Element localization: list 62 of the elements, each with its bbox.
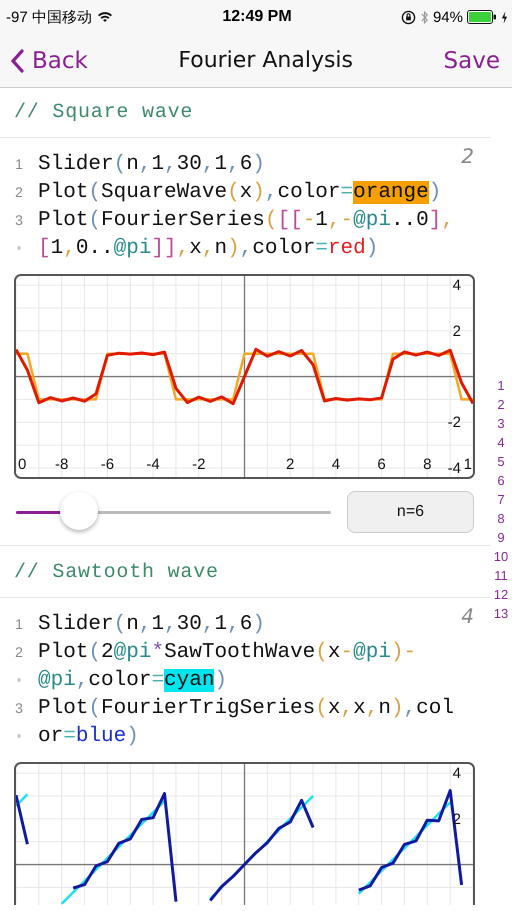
- code-line: or=blue): [38, 724, 139, 748]
- code-line: [1,0..@pi]],x,n),color=red): [38, 236, 378, 260]
- value-button[interactable]: n=6: [347, 491, 474, 533]
- line-number: 3: [14, 700, 24, 716]
- line-number: 12: [494, 586, 508, 604]
- tick-label: 4: [332, 456, 340, 473]
- tick-label: 2: [286, 456, 294, 473]
- line-number: 10: [494, 548, 508, 566]
- tick-label: 4: [452, 765, 461, 782]
- code-line: Slider(n,1,30,1,6): [38, 612, 265, 636]
- tick-label: -8: [55, 456, 68, 473]
- carrier-text: -97 中国移动: [6, 8, 92, 26]
- bluetooth-icon: [420, 10, 429, 24]
- tick-label: -4: [448, 460, 461, 477]
- battery-percent: 94%: [432, 8, 463, 26]
- tick-label: -2: [192, 456, 206, 473]
- save-button[interactable]: Save: [444, 48, 500, 74]
- tick-label: -6: [100, 456, 114, 473]
- line-number: 2: [14, 184, 24, 200]
- line-number: 1: [14, 156, 24, 172]
- tick-label: -4: [146, 456, 160, 473]
- code-line: Plot(FourierSeries([[-1,-@pi..0],: [38, 208, 454, 232]
- plot-panel[interactable]: 0 -8 -6 -4 -2 2 4 6 8 4 2 -2 -4 1: [14, 274, 475, 479]
- line-number: 1: [14, 616, 24, 632]
- line-number: 9: [497, 529, 505, 547]
- tick-label: 0: [18, 456, 26, 473]
- result-count: 4: [461, 604, 474, 628]
- code-comment: // Square wave: [14, 101, 194, 124]
- code-comment: // Sawtooth wave: [14, 561, 219, 584]
- result-count: 2: [461, 144, 474, 168]
- back-button[interactable]: Back: [10, 48, 88, 74]
- slider-thumb[interactable]: [60, 492, 98, 530]
- tick-label: 6: [377, 456, 386, 473]
- tick-label: 1: [464, 456, 472, 473]
- code-line: Plot(FourierTrigSeries(x,x,n),col: [38, 696, 454, 720]
- code-line: Plot(2@pi*SawToothWave(x-@pi)-: [38, 640, 416, 664]
- charging-bolt-icon: [501, 10, 508, 24]
- battery-icon: [467, 10, 497, 24]
- code-line: @pi,color=cyan): [38, 668, 228, 692]
- tick-label: 8: [423, 456, 432, 473]
- line-number: 11: [494, 567, 508, 585]
- line-number: 13: [494, 605, 508, 623]
- back-chevron-icon: [10, 48, 24, 72]
- tick-label: 4: [452, 277, 461, 294]
- line-number: 6: [497, 472, 505, 490]
- clock-time: 12:49 PM: [222, 8, 292, 26]
- line-number: 2: [497, 396, 505, 414]
- line-number: 3: [497, 415, 505, 433]
- line-number: 4: [497, 434, 505, 452]
- code-line: Plot(SquareWave(x),color=orange): [38, 180, 442, 204]
- line-number: 2: [14, 644, 24, 660]
- rotation-lock-icon: [400, 10, 416, 24]
- screen-title: Fourier Analysis: [178, 48, 354, 73]
- line-number: 3: [14, 212, 24, 228]
- code-line: Slider(n,1,30,1,6): [38, 152, 265, 176]
- tick-label: -2: [448, 414, 461, 432]
- wifi-icon: [96, 11, 113, 23]
- line-number: 1: [497, 377, 505, 395]
- line-number: 7: [497, 491, 505, 509]
- line-number: 5: [497, 453, 505, 471]
- tick-label: 2: [452, 322, 461, 340]
- line-number: 8: [497, 510, 505, 528]
